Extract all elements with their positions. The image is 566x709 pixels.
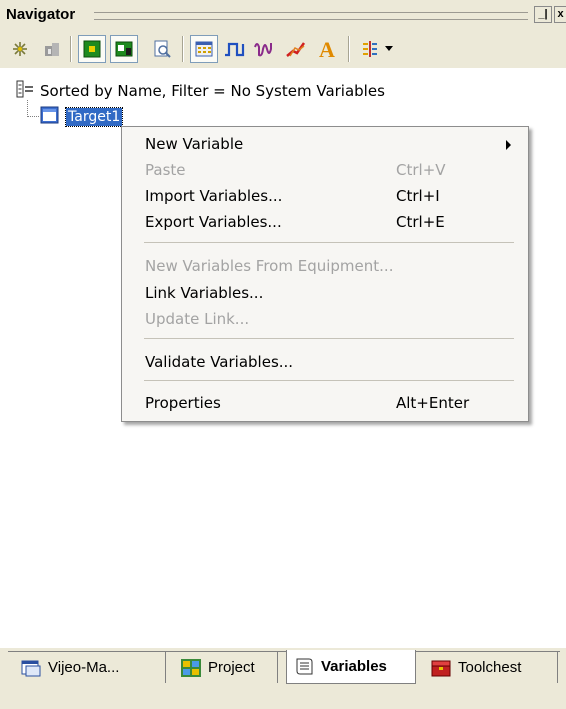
menu-item-export-variables[interactable]: Export Variables... Ctrl+E bbox=[122, 209, 528, 235]
navigator-window: Navigator _| x A Sorted by Name, Filter … bbox=[0, 0, 566, 709]
green-square-icon[interactable] bbox=[78, 35, 106, 63]
title-bar: Navigator _| x bbox=[0, 0, 566, 30]
toolchest-icon bbox=[430, 658, 452, 678]
window-title: Navigator bbox=[6, 6, 76, 23]
text-a-icon[interactable]: A bbox=[314, 35, 342, 63]
toolbar-separator bbox=[70, 36, 72, 62]
project-tree-icon bbox=[180, 658, 202, 678]
tab-variables[interactable]: Variables bbox=[286, 650, 416, 684]
pulse-icon[interactable] bbox=[220, 35, 248, 63]
tab-vijeo-manager[interactable]: Vijeo-Ma... bbox=[14, 652, 166, 683]
bottom-tabs: Vijeo-Ma... Project Variables Toolchest bbox=[0, 648, 566, 709]
tab-toolchest[interactable]: Toolchest bbox=[424, 652, 558, 683]
tree-header: Sorted by Name, Filter = No System Varia… bbox=[16, 80, 385, 102]
close-button[interactable]: x bbox=[554, 6, 566, 23]
svg-text:A: A bbox=[319, 38, 335, 60]
menu-item-paste[interactable]: Paste Ctrl+V bbox=[122, 157, 528, 183]
sort-filter-label: Sorted by Name, Filter = No System Varia… bbox=[40, 82, 385, 100]
menu-separator bbox=[144, 338, 514, 339]
menu-item-new-variables-from-equipment[interactable]: New Variables From Equipment... bbox=[122, 253, 528, 279]
columns-icon[interactable] bbox=[38, 35, 66, 63]
menu-separator bbox=[144, 242, 514, 243]
menu-separator bbox=[144, 380, 514, 381]
asterisk-icon[interactable] bbox=[6, 35, 34, 63]
toolbar: A bbox=[0, 30, 566, 68]
menu-item-properties[interactable]: Properties Alt+Enter bbox=[122, 390, 528, 416]
preview-icon[interactable] bbox=[148, 35, 176, 63]
trend-icon[interactable] bbox=[282, 35, 310, 63]
green-window-icon[interactable] bbox=[110, 35, 138, 63]
drag-grip[interactable] bbox=[94, 12, 528, 20]
menu-item-link-variables[interactable]: Link Variables... bbox=[122, 280, 528, 306]
menu-item-new-variable[interactable]: New Variable bbox=[122, 131, 528, 157]
app-window-icon bbox=[20, 658, 42, 678]
tab-project[interactable]: Project bbox=[174, 652, 278, 683]
context-menu: New Variable Paste Ctrl+V Import Variabl… bbox=[121, 126, 529, 422]
target-label[interactable]: Target1 bbox=[64, 107, 124, 127]
grid-icon[interactable] bbox=[190, 35, 218, 63]
tree-node-target[interactable]: Target1 bbox=[40, 106, 124, 128]
toolbar-separator bbox=[182, 36, 184, 62]
dropdown-arrow-icon[interactable] bbox=[382, 35, 396, 63]
target-icon bbox=[40, 106, 60, 128]
sort-filter-icon[interactable] bbox=[16, 80, 34, 102]
submenu-arrow-icon bbox=[506, 140, 511, 150]
menu-item-import-variables[interactable]: Import Variables... Ctrl+I bbox=[122, 183, 528, 209]
tree-connector bbox=[27, 116, 39, 117]
menu-item-update-link[interactable]: Update Link... bbox=[122, 306, 528, 332]
variables-scroll-icon bbox=[293, 657, 315, 677]
split-icon[interactable] bbox=[356, 35, 384, 63]
toolbar-separator bbox=[348, 36, 350, 62]
pin-button[interactable]: _| bbox=[534, 6, 552, 23]
menu-item-validate-variables[interactable]: Validate Variables... bbox=[122, 349, 528, 375]
tree-connector bbox=[27, 100, 28, 117]
waveform-icon[interactable] bbox=[250, 35, 278, 63]
